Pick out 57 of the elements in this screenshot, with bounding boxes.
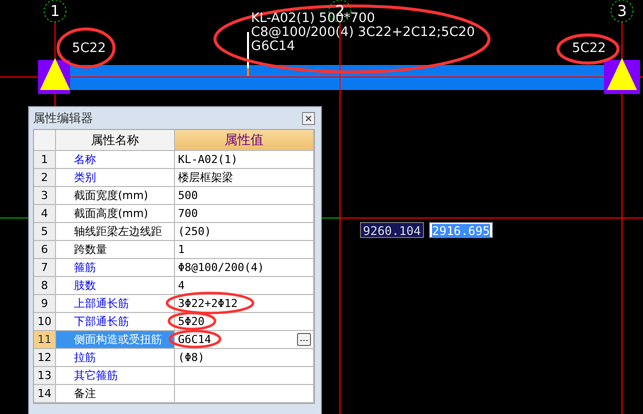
axis-label: 1 (49, 2, 61, 20)
property-name[interactable]: 类别 (56, 169, 175, 187)
property-value[interactable]: 楼层框架梁 (175, 169, 314, 187)
row-number: 3 (34, 187, 56, 205)
annotation-ellipse (56, 28, 116, 68)
property-value[interactable]: 500 (175, 187, 314, 205)
row-number: 5 (34, 223, 56, 241)
row-number: 9 (34, 295, 56, 313)
support-drawing (604, 58, 640, 94)
row-number: 13 (34, 367, 56, 385)
property-name[interactable]: 截面宽度(mm) (56, 187, 175, 205)
property-name[interactable]: 肢数 (56, 277, 175, 295)
beam-annotation: G6C14 (251, 40, 295, 54)
property-value[interactable]: (Φ8) (175, 349, 314, 367)
row-number: 2 (34, 169, 56, 187)
support-drawing (38, 58, 70, 94)
property-value[interactable] (175, 385, 314, 403)
property-value[interactable]: 5Φ20 (175, 313, 314, 331)
property-name[interactable]: 截面高度(mm) (56, 205, 175, 223)
property-name[interactable]: 拉筋 (56, 349, 175, 367)
coordinate-field[interactable]: 9260.104 (360, 222, 424, 238)
property-name[interactable]: 上部通长筋 (56, 295, 175, 313)
rebar-label: 5C22 (72, 42, 106, 56)
property-name[interactable]: 跨数量 (56, 241, 175, 259)
property-name[interactable]: 其它箍筋 (56, 367, 175, 385)
property-value[interactable]: 3Φ22+2Φ12 (175, 295, 314, 313)
column-header: 属性名称 (56, 130, 175, 151)
row-number: 10 (34, 313, 56, 331)
property-value[interactable]: KL-A02(1) (175, 151, 314, 169)
annotation-ellipse (556, 34, 620, 64)
row-number: 14 (34, 385, 56, 403)
more-button[interactable]: ⋯ (297, 333, 311, 346)
property-value[interactable]: 4 (175, 277, 314, 295)
panel-title: 属性编辑器 (33, 110, 93, 126)
annotation-ellipse (168, 330, 222, 348)
property-name[interactable]: 轴线距梁左边线距 (56, 223, 175, 241)
property-name[interactable]: 名称 (56, 151, 175, 169)
row-number: 7 (34, 259, 56, 277)
property-name[interactable]: 备注 (56, 385, 175, 403)
property-value[interactable]: Φ8@100/200(4) (175, 259, 314, 277)
property-value[interactable]: G6C14 ⋯ (175, 331, 314, 349)
property-name[interactable]: 箍筋 (56, 259, 175, 277)
property-value[interactable] (175, 367, 314, 385)
axis-label: 3 (616, 2, 628, 20)
insertion-marker (247, 32, 249, 76)
column-header: 属性值 (175, 130, 314, 151)
row-number: 11 (34, 331, 56, 349)
rebar-label: 5C22 (572, 42, 606, 56)
property-value[interactable]: 1 (175, 241, 314, 259)
property-value[interactable]: (250) (175, 223, 314, 241)
row-number: 4 (34, 205, 56, 223)
property-value[interactable]: 700 (175, 205, 314, 223)
row-number: 1 (34, 151, 56, 169)
row-number: 6 (34, 241, 56, 259)
close-icon[interactable] (302, 112, 315, 124)
row-number: 12 (34, 349, 56, 367)
row-number: 8 (34, 277, 56, 295)
